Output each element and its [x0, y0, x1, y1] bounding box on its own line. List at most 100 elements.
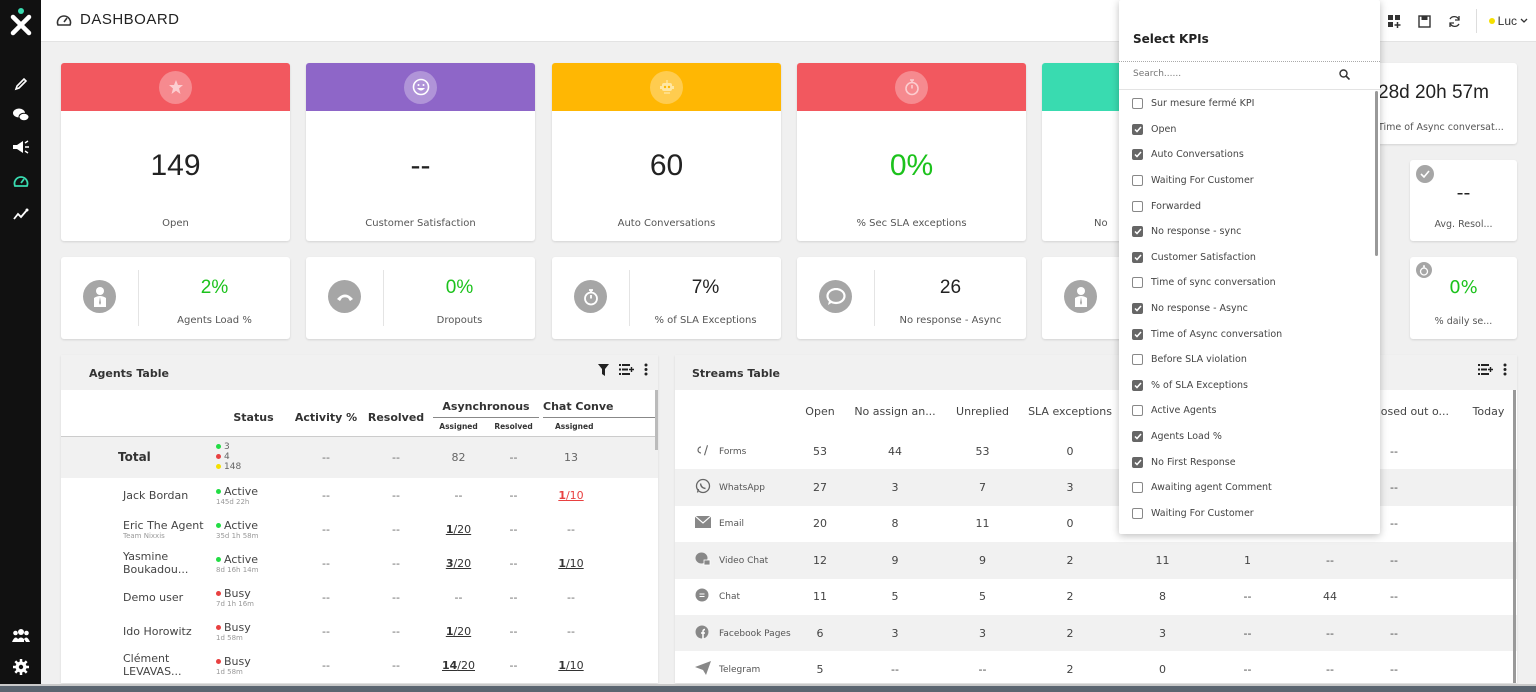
kpi-card-daily[interactable]: 0% % daily se... — [1410, 257, 1517, 339]
chat-assigned-cell[interactable]: 1/10 — [541, 546, 601, 580]
checkbox[interactable] — [1132, 482, 1143, 494]
chat-assigned-cell[interactable]: 1/10 — [541, 648, 601, 682]
kpi-option[interactable]: No response - Async — [1119, 296, 1380, 322]
checkbox[interactable] — [1132, 226, 1143, 238]
sidebar-item-settings[interactable] — [10, 656, 32, 678]
table-row[interactable]: Facebook Pages 6 3 3 2 3 -- -- -- — [675, 614, 1517, 652]
kpi-option[interactable]: Open — [1119, 117, 1380, 143]
sidebar-item-analytics[interactable] — [10, 203, 32, 225]
column-header[interactable]: Today — [1460, 390, 1517, 433]
kpi-search-input[interactable] — [1133, 69, 1333, 79]
sidebar-item-edit[interactable] — [10, 73, 32, 95]
kpi-card-sec-sla-exceptions[interactable]: 0% % Sec SLA exceptions — [797, 63, 1026, 241]
table-row[interactable]: Demo user Busy 7d 1h 16m -- -- -- -- -- — [61, 580, 658, 614]
column-header[interactable]: No assign an... — [845, 390, 945, 433]
table-row[interactable]: Eric The Agent Team Nixxis Active 35d 1h 58… — [61, 512, 658, 546]
more-options-icon[interactable] — [1503, 363, 1507, 376]
agent-name-cell[interactable]: Demo user — [61, 580, 216, 614]
agent-name-cell[interactable]: Clément LEVAVAS... — [61, 648, 216, 682]
checkbox[interactable] — [1132, 200, 1143, 212]
kpi-card-customer-satisfaction[interactable]: -- Customer Satisfaction — [306, 63, 535, 241]
checkbox[interactable] — [1132, 251, 1143, 263]
checkbox[interactable] — [1132, 123, 1143, 135]
kpi-option[interactable]: Awaiting agent Comment — [1119, 475, 1380, 501]
user-menu[interactable]: Luc — [1488, 14, 1528, 28]
kpi-option[interactable]: Agents Load % — [1119, 424, 1380, 450]
add-column-icon[interactable] — [1478, 364, 1493, 375]
kpi-card-sla-exceptions[interactable]: 7% % of SLA Exceptions — [552, 257, 781, 339]
more-options-icon[interactable] — [644, 363, 648, 376]
header-chat-assigned[interactable]: Assigned — [555, 422, 593, 431]
checkbox[interactable] — [1132, 277, 1143, 289]
checkbox[interactable] — [1132, 405, 1143, 417]
kpi-option[interactable]: Customer Satisfaction — [1119, 245, 1380, 271]
kpi-option[interactable]: No response - sync — [1119, 219, 1380, 245]
table-row[interactable]: Ido Horowitz Busy 1d 58m -- -- 1/20 -- -- — [61, 614, 658, 648]
kpi-card-auto-conversations[interactable]: 60 Auto Conversations — [552, 63, 781, 241]
async-assigned-cell[interactable]: 3/20 — [431, 546, 486, 580]
table-row[interactable]: Video Chat 12 9 9 2 11 1 -- -- — [675, 542, 1517, 579]
header-chat-conversations[interactable]: Chat Conve Assigned — [541, 390, 658, 436]
chat-assigned-cell[interactable]: 1/10 — [541, 478, 601, 512]
async-assigned-cell[interactable]: 1/20 — [431, 614, 486, 648]
kpi-option[interactable]: Waiting For Customer — [1119, 501, 1380, 527]
sidebar-item-teams[interactable] — [10, 624, 32, 646]
kpi-option[interactable]: Sur mesure fermé KPI — [1119, 91, 1380, 117]
kpi-option[interactable]: Forwarded — [1119, 193, 1380, 219]
add-column-icon[interactable] — [619, 364, 634, 375]
header-async-assigned[interactable]: Assigned — [439, 422, 477, 431]
table-row[interactable]: Telegram 5 -- -- 2 0 -- -- -- — [675, 651, 1517, 683]
table-row[interactable]: Yasmine Boukadou... Active 8d 16h 14m -- -- 3… — [61, 546, 658, 580]
header-status[interactable]: Status — [216, 390, 291, 436]
agent-name-cell[interactable]: Eric The Agent Team Nixxis — [61, 512, 216, 546]
table-row[interactable]: Jack Bordan Active 145d 22h -- -- -- -- 1/10 — [61, 478, 658, 512]
header-activity[interactable]: Activity % — [291, 390, 361, 436]
kpi-card-no-response-async[interactable]: 26 No response - Async — [797, 257, 1026, 339]
filter-icon[interactable] — [598, 363, 609, 376]
sidebar-item-campaigns[interactable] — [10, 136, 32, 158]
async-assigned-cell[interactable]: 14/20 — [431, 648, 486, 682]
header-asynchronous[interactable]: Asynchronous Assigned Resolved — [431, 390, 541, 436]
kpi-option[interactable]: Waiting For Customer — [1119, 168, 1380, 194]
kpi-card-time-async[interactable]: 28d 20h 57m Time of Async conversat... — [1370, 63, 1517, 144]
sidebar-item-conversations[interactable] — [10, 104, 32, 126]
add-widget-button[interactable] — [1380, 6, 1410, 36]
checkbox[interactable] — [1132, 98, 1143, 110]
refresh-button[interactable] — [1440, 6, 1470, 36]
checkbox[interactable] — [1132, 175, 1143, 187]
kpi-option[interactable]: % of SLA Exceptions — [1119, 373, 1380, 399]
header-async-resolved[interactable]: Resolved — [494, 422, 532, 431]
checkbox[interactable] — [1132, 328, 1143, 340]
table-row[interactable]: Chat 11 5 5 2 8 -- 44 -- — [675, 579, 1517, 615]
checkbox[interactable] — [1132, 507, 1143, 519]
checkbox[interactable] — [1132, 456, 1143, 468]
kpi-option[interactable]: Time of Async conversation — [1119, 321, 1380, 347]
kpi-card-agents-load[interactable]: 2% Agents Load % — [61, 257, 290, 339]
checkbox[interactable] — [1132, 149, 1143, 161]
kpi-option[interactable]: Auto Conversations — [1119, 142, 1380, 168]
agent-name-cell[interactable]: Ido Horowitz — [61, 614, 216, 648]
checkbox[interactable] — [1132, 354, 1143, 366]
column-header[interactable]: SLA exceptions — [1020, 390, 1120, 433]
kpi-card-open[interactable]: 149 Open — [61, 63, 290, 241]
kpi-card-dropouts[interactable]: 0% Dropouts — [306, 257, 535, 339]
scrollbar[interactable] — [1375, 91, 1378, 256]
async-assigned-cell[interactable]: 1/20 — [431, 512, 486, 546]
table-row[interactable]: Forms 53 44 53 0 -- — [675, 433, 1517, 469]
kpi-option[interactable]: Active Agents — [1119, 398, 1380, 424]
column-header[interactable]: Closed out o... — [1370, 390, 1460, 433]
kpi-option[interactable]: Time of sync conversation — [1119, 270, 1380, 296]
checkbox[interactable] — [1132, 379, 1143, 391]
scrollbar[interactable] — [655, 390, 658, 450]
checkbox[interactable] — [1132, 431, 1143, 443]
app-logo[interactable] — [8, 6, 34, 36]
table-row[interactable]: Clément LEVAVAS... Busy 1d 58m -- -- 14/20 -- 1… — [61, 648, 658, 682]
checkbox[interactable] — [1132, 303, 1143, 315]
kpi-option[interactable]: No First Response — [1119, 449, 1380, 475]
sidebar-item-dashboard[interactable] — [10, 170, 32, 192]
search-icon[interactable] — [1339, 69, 1350, 80]
scrollbar[interactable] — [1513, 390, 1516, 683]
agent-name-cell[interactable]: Yasmine Boukadou... — [61, 546, 216, 580]
save-button[interactable] — [1410, 6, 1440, 36]
agent-name-cell[interactable]: Jack Bordan — [61, 478, 216, 512]
